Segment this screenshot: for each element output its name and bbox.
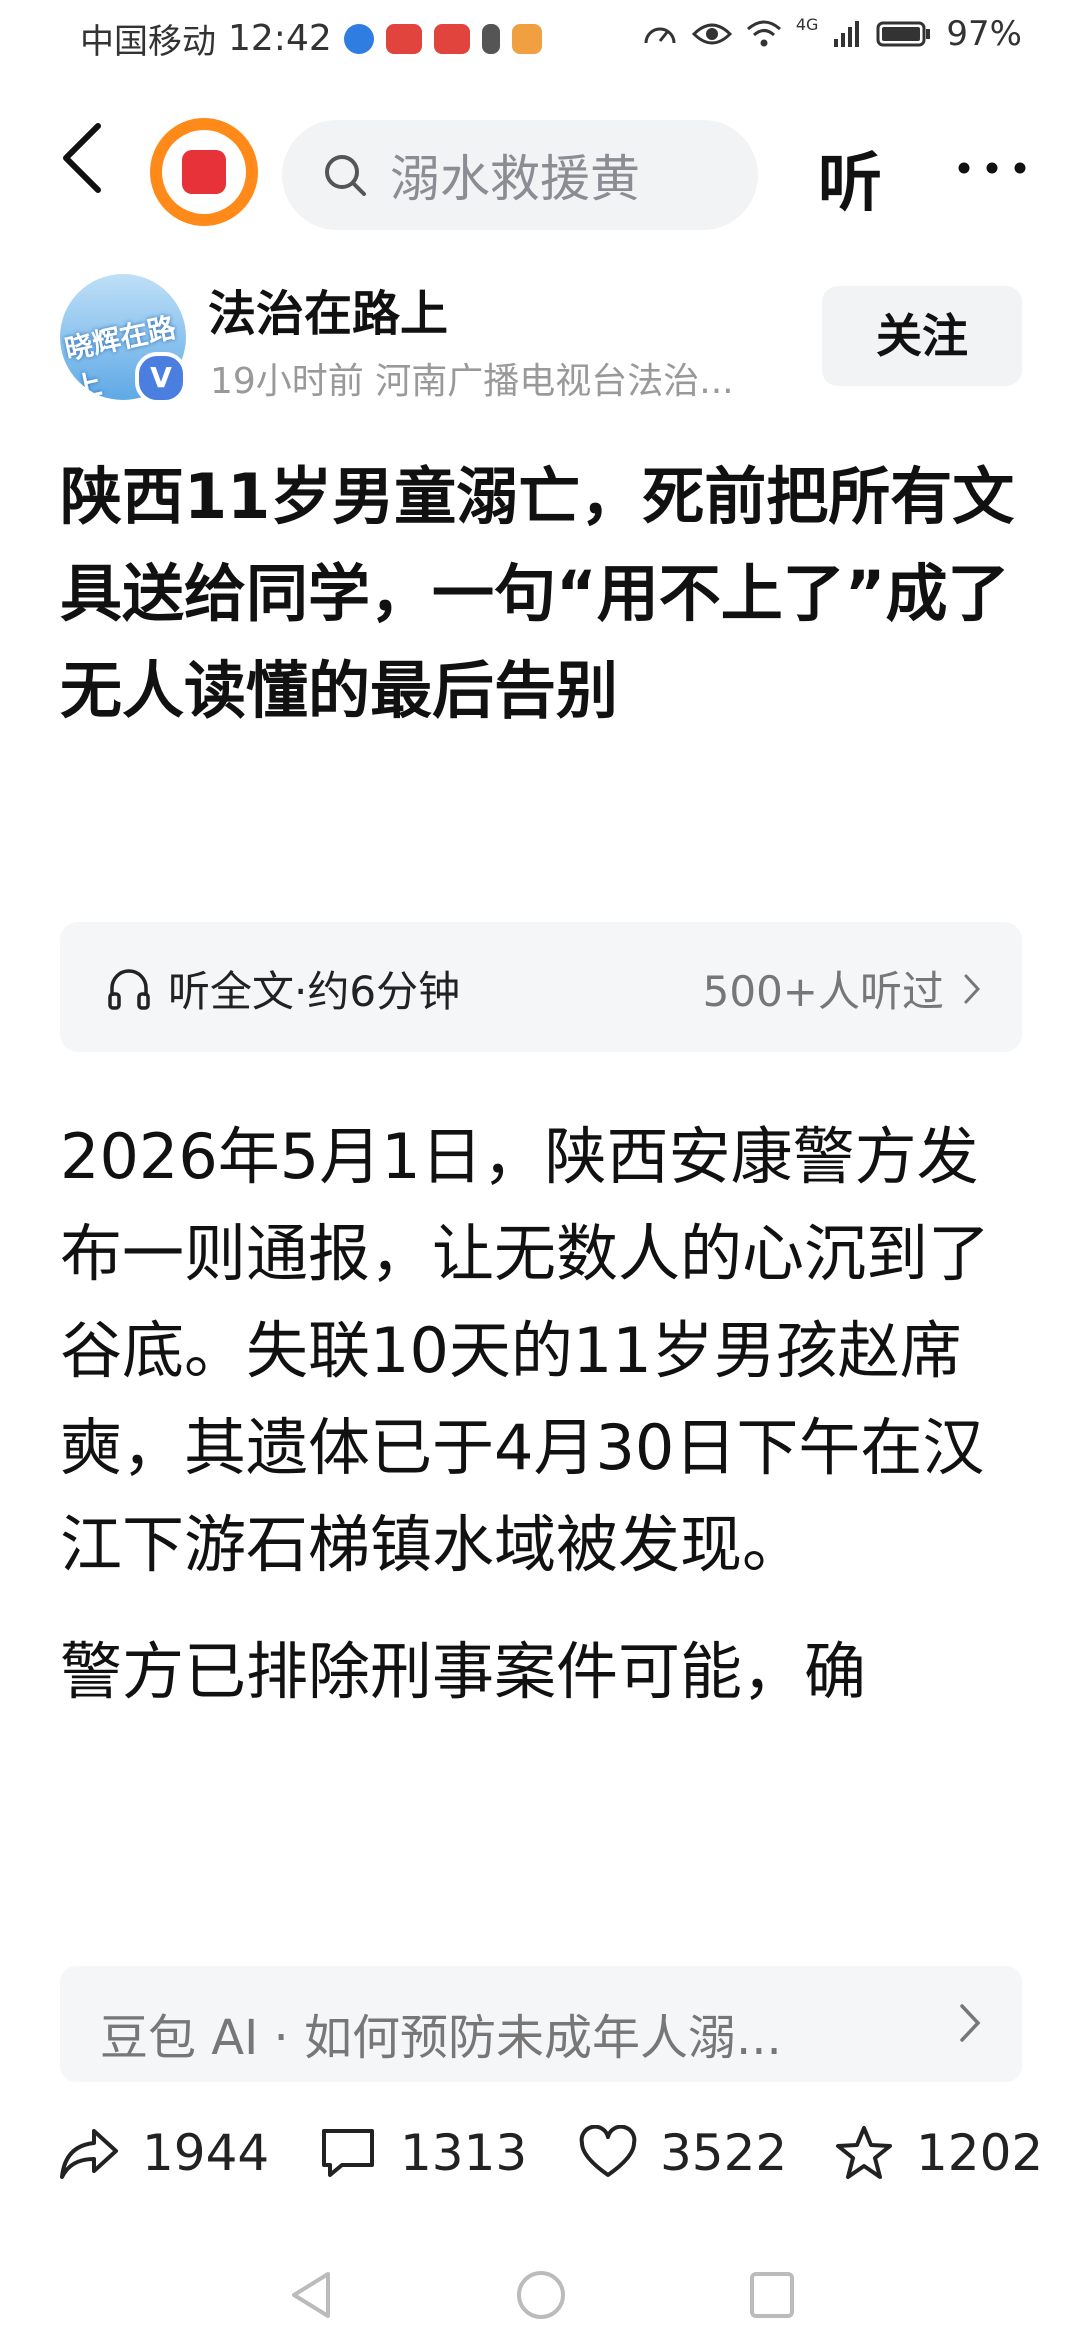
message-notification-icon xyxy=(511,23,542,54)
search-bar[interactable]: 溺水救援黄 xyxy=(282,120,758,230)
battery-level: 97% xyxy=(946,14,1022,54)
author-meta: 19小时前 河南广播电视台法治... xyxy=(210,361,734,402)
top-nav-bar: 溺水救援黄 听 xyxy=(0,88,1080,230)
listen-full-label: 听全文·约6分钟 xyxy=(168,967,461,1016)
carrier-label: 中国移动 xyxy=(80,22,216,62)
search-placeholder: 溺水救援黄 xyxy=(390,150,640,208)
eye-icon xyxy=(691,23,732,45)
status-right: 4G 97% xyxy=(642,14,1022,54)
comment-icon xyxy=(322,2129,374,2177)
listen-count: 500+人听过 xyxy=(702,967,944,1016)
system-nav-bar xyxy=(0,2240,1080,2340)
like-button[interactable]: 3522 xyxy=(578,2124,787,2182)
browser-notification-icon xyxy=(343,23,374,54)
author-name[interactable]: 法治在路上 xyxy=(208,274,448,344)
app-notification-icon xyxy=(433,23,470,54)
status-left: 中国移动 12:42 xyxy=(80,14,542,63)
share-count: 1944 xyxy=(142,2124,270,2182)
more-options-icon[interactable] xyxy=(952,148,1032,188)
follow-button[interactable]: 关注 xyxy=(822,286,1022,386)
author-row: 晓辉在路上 V 法治在路上 19小时前 河南广播电视台法治... 关注 xyxy=(0,262,1080,412)
battery-icon xyxy=(876,21,931,47)
network-type: 4G xyxy=(795,14,819,34)
comment-count: 1313 xyxy=(400,2124,528,2182)
heart-icon xyxy=(579,2125,637,2177)
share-icon xyxy=(60,2129,118,2179)
storage-notification-icon xyxy=(481,23,500,54)
signal-icon xyxy=(834,21,860,47)
search-icon xyxy=(325,155,366,196)
wifi-icon xyxy=(746,20,781,47)
speed-icon xyxy=(644,27,676,44)
star-icon xyxy=(836,2126,892,2179)
comment-button[interactable]: 1313 xyxy=(318,2124,527,2182)
share-button[interactable]: 1944 xyxy=(58,2124,269,2182)
app-logo[interactable] xyxy=(150,118,258,226)
listen-full-text-bar[interactable]: 听全文·约6分钟 500+人听过 xyxy=(60,922,1022,1052)
app-notification-icon xyxy=(385,23,422,54)
paragraph: 警方已排除刑事案件可能，确 xyxy=(60,1635,867,1708)
nav-back-icon[interactable] xyxy=(286,2268,336,2322)
headphones-icon xyxy=(108,968,150,1010)
listen-button[interactable]: 听 xyxy=(818,132,882,224)
ai-suggestion-bar[interactable]: 豆包 AI · 如何预防未成年人溺... xyxy=(60,1966,1022,2082)
clock: 12:42 xyxy=(228,18,332,59)
favorite-button[interactable]: 1202 xyxy=(834,2124,1043,2182)
chevron-right-icon xyxy=(964,974,981,1003)
action-bar: 1944 1313 3522 1202 xyxy=(0,2110,1080,2210)
back-arrow-icon[interactable] xyxy=(54,118,114,198)
article-body: 2026年5月1日，陕西安康警方发布一则通报，让无数人的心沉到了谷底。失联10天… xyxy=(60,1108,1030,1750)
article-title: 陕西11岁男童溺亡，死前把所有文具送给同学，一句“用不上了”成了无人读懂的最后告… xyxy=(60,460,1015,727)
chevron-right-icon xyxy=(960,2004,981,2042)
ai-suggestion-text: 豆包 AI · 如何预防未成年人溺... xyxy=(100,2010,782,2066)
nav-home-icon[interactable] xyxy=(514,2268,568,2322)
nav-recents-icon[interactable] xyxy=(748,2268,798,2322)
verified-badge: V xyxy=(135,352,187,404)
favorite-count: 1202 xyxy=(916,2124,1044,2182)
like-count: 3522 xyxy=(660,2124,788,2182)
status-bar: 中国移动 12:42 4G 97% xyxy=(0,0,1080,76)
paragraph: 2026年5月1日，陕西安康警方发布一则通报，让无数人的心沉到了谷底。失联10天… xyxy=(60,1120,991,1581)
